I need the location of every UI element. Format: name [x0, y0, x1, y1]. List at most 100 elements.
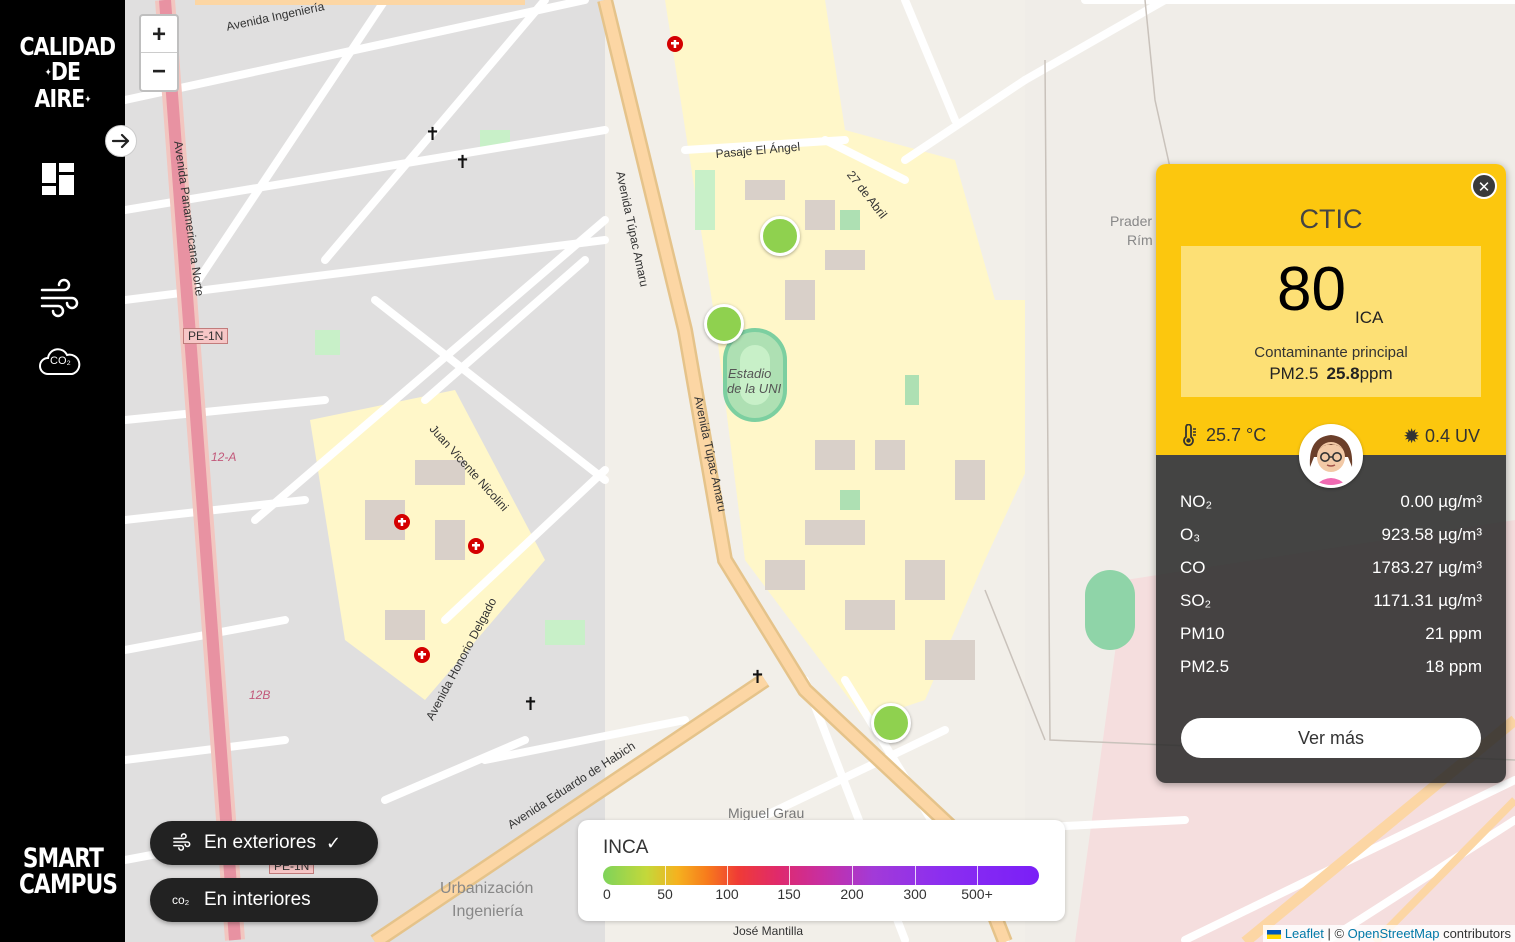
- station-marker[interactable]: [704, 304, 744, 344]
- legend-tick: 200: [840, 886, 864, 902]
- reading-name: NO₂: [1180, 492, 1213, 511]
- legend-tick: 500+: [961, 886, 993, 902]
- sparkle-icon: ✦: [84, 94, 91, 105]
- arrow-right-icon: [111, 133, 130, 149]
- legend-tick: 0: [603, 886, 611, 902]
- indoor-filter-button[interactable]: co₂ En interiores: [150, 878, 378, 922]
- close-icon[interactable]: ✕: [1471, 173, 1497, 199]
- co2-cloud-icon[interactable]: CO₂: [38, 342, 82, 382]
- wind-icon: [172, 832, 194, 854]
- attribution-sep: | ©: [1323, 926, 1348, 941]
- reading-name: PM2.5: [1180, 657, 1230, 676]
- sun-icon: ✹: [1403, 426, 1420, 448]
- uv-index: ✹ 0.4 UV: [1403, 424, 1480, 449]
- reading-value: 21 ppm: [1425, 624, 1482, 643]
- legend-divider: [665, 866, 666, 885]
- legend-tick: 50: [657, 886, 673, 902]
- outdoor-filter-label: En exteriores: [204, 832, 316, 853]
- station-marker[interactable]: [871, 703, 911, 743]
- legend-divider: [852, 866, 853, 885]
- label-stadium-line2: de la UNI: [727, 381, 782, 396]
- station-card: ✕ CTIC 80 ICA Contaminante principal PM2…: [1156, 164, 1506, 783]
- legend-divider: [915, 866, 916, 885]
- station-marker[interactable]: [760, 216, 800, 256]
- zoom-out-button[interactable]: −: [141, 53, 177, 90]
- reading-value: 0.00 µg/m³: [1400, 492, 1482, 511]
- check-icon: ✓: [325, 832, 342, 853]
- main-pollutant-name: PM2.5: [1269, 364, 1319, 383]
- reading-row: O₃ 923.58 µg/m³: [1180, 525, 1482, 558]
- aqi-box: 80 ICA Contaminante principal PM2.5 25.8p…: [1181, 246, 1481, 397]
- label-route-12a: 12-A: [211, 450, 237, 464]
- label-stadium-2: de la UNI: [727, 381, 781, 396]
- reading-row: NO₂ 0.00 µg/m³: [1180, 492, 1482, 525]
- temperature: 25.7 °C: [1180, 424, 1266, 446]
- label-jose-mantilla: José Mantilla: [733, 924, 804, 938]
- legend-divider: [977, 866, 978, 885]
- logo-smart-campus: SMART CAMPUS: [19, 845, 118, 898]
- label-miguel-grau: Miguel Grau: [728, 805, 805, 821]
- legend-color-bar: [603, 866, 1039, 885]
- logo-calidad-de-aire: CALIDAD ✦DE AIRE✦: [19, 32, 116, 112]
- reading-value: 1171.31 µg/m³: [1373, 591, 1482, 610]
- legend-divider: [727, 866, 728, 885]
- reading-row: CO 1783.27 µg/m³: [1180, 558, 1482, 591]
- zoom-in-button[interactable]: +: [141, 16, 177, 53]
- logo-line-2-text: DE AIRE: [34, 57, 85, 113]
- legend-title: INCA: [603, 837, 649, 858]
- reading-row: SO₂ 1171.31 µg/m³: [1180, 591, 1482, 624]
- reading-name: SO₂: [1180, 591, 1212, 610]
- label-rim: Rím: [1127, 232, 1153, 248]
- svg-text:✝: ✝: [750, 667, 765, 688]
- legend-tick: 300: [903, 886, 927, 902]
- avatar-girl-icon: [1299, 424, 1363, 488]
- leaflet-link[interactable]: Leaflet: [1285, 926, 1324, 941]
- label-stadium-line1: Estadio: [728, 366, 772, 381]
- aqi-unit: ICA: [1355, 308, 1384, 327]
- temperature-value: 25.7 °C: [1206, 424, 1267, 445]
- legend-ticks: 0 50 100 150 200 300 500+: [603, 886, 1039, 906]
- reading-name: PM10: [1180, 624, 1225, 643]
- station-name: CTIC: [1299, 204, 1363, 234]
- reading-value: 18 ppm: [1425, 657, 1482, 676]
- dashboard-icon[interactable]: [38, 160, 82, 200]
- osm-link[interactable]: OpenStreetMap: [1348, 926, 1440, 941]
- co2-icon: co₂: [172, 893, 190, 907]
- legend-tick: 100: [715, 886, 739, 902]
- attribution-contributors: contributors: [1439, 926, 1511, 941]
- label-stadium: Estadio: [728, 366, 771, 381]
- legend-tick: 150: [777, 886, 801, 902]
- logo-line-1: CALIDAD: [19, 32, 116, 61]
- sidebar-toggle-button[interactable]: [105, 125, 137, 157]
- map-attribution: Leaflet | © OpenStreetMap contributors: [1263, 925, 1515, 942]
- see-more-button[interactable]: Ver más: [1181, 718, 1481, 758]
- main-pollutant-unit: ppm: [1359, 364, 1393, 383]
- svg-text:✝: ✝: [455, 152, 470, 173]
- svg-text:✝: ✝: [425, 124, 440, 145]
- station-card-header: ✕ CTIC 80 ICA Contaminante principal PM2…: [1156, 164, 1506, 455]
- label-urbanizacion: Urbanización: [440, 880, 534, 897]
- zoom-control: + −: [139, 14, 179, 92]
- reading-row: PM10 21 ppm: [1180, 624, 1482, 657]
- logo-line-2: ✦DE AIRE✦: [19, 59, 105, 112]
- label-pe1n-a: PE-1N: [183, 328, 229, 344]
- reading-name: O₃: [1180, 525, 1201, 544]
- co2-text: CO₂: [50, 355, 71, 367]
- inca-legend: INCA 0 50 100 150 200 300 500+: [578, 820, 1065, 921]
- outdoor-filter-button[interactable]: En exteriores ✓: [150, 821, 378, 865]
- legend-divider: [789, 866, 790, 885]
- thermometer-icon: [1183, 424, 1196, 446]
- uv-value: 0.4 UV: [1424, 426, 1480, 446]
- main-pollutant-value: 25.8: [1326, 364, 1360, 383]
- label-ingenieria: Ingeniería: [452, 903, 524, 920]
- reading-value: 1783.27 µg/m³: [1372, 558, 1482, 577]
- wind-icon[interactable]: [38, 278, 82, 318]
- indoor-filter-label: En interiores: [204, 889, 311, 910]
- readings-list: NO₂ 0.00 µg/m³ O₃ 923.58 µg/m³ CO 1783.27 µ…: [1180, 492, 1482, 690]
- main-pollutant: PM2.5 25.8ppm: [1181, 364, 1481, 384]
- reading-value: 923.58 µg/m³: [1381, 525, 1482, 544]
- label-pradera: Prader: [1110, 213, 1153, 229]
- reading-name: CO: [1180, 558, 1206, 577]
- aqi-value: 80: [1277, 255, 1346, 324]
- ukraine-flag-icon: [1267, 930, 1282, 940]
